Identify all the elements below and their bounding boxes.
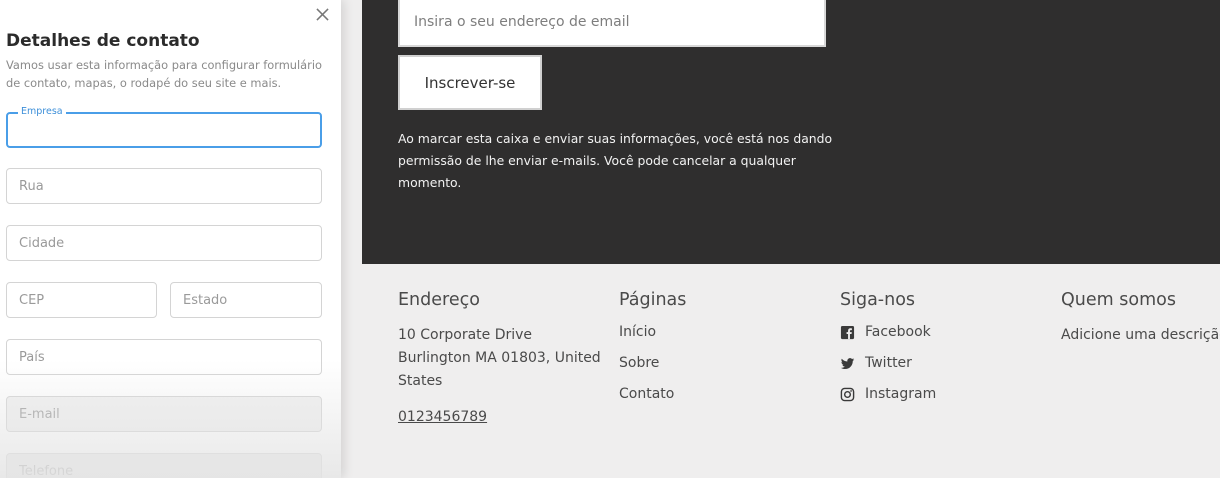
instagram-label: Instagram bbox=[865, 386, 937, 402]
empresa-field: Empresa bbox=[6, 106, 322, 148]
estado-input[interactable] bbox=[183, 292, 309, 308]
cep-field bbox=[6, 282, 157, 318]
email-input[interactable] bbox=[19, 406, 309, 422]
about-text: Adicione uma descrição bbox=[1061, 327, 1220, 343]
instagram-icon bbox=[840, 387, 855, 402]
about-heading: Quem somos bbox=[1061, 290, 1176, 310]
pages-heading: Páginas bbox=[619, 290, 687, 310]
facebook-icon bbox=[840, 325, 855, 340]
empresa-label: Empresa bbox=[18, 106, 66, 118]
footer-address-column: Endereço 10 Corporate Drive Burlington M… bbox=[398, 290, 608, 425]
instagram-link[interactable]: Instagram bbox=[840, 386, 1040, 403]
close-button[interactable] bbox=[312, 4, 332, 24]
rua-input[interactable] bbox=[19, 178, 309, 194]
close-icon bbox=[315, 7, 329, 21]
newsletter-section: Inscrever-se Ao marcar esta caixa e envi… bbox=[362, 0, 1220, 264]
panel-title: Detalhes de contato bbox=[6, 31, 200, 51]
address-heading: Endereço bbox=[398, 290, 480, 310]
subscribe-button[interactable]: Inscrever-se bbox=[398, 55, 542, 110]
facebook-label: Facebook bbox=[865, 324, 931, 340]
page-link-sobre[interactable]: Sobre bbox=[619, 355, 819, 372]
page-link-contato[interactable]: Contato bbox=[619, 386, 819, 403]
cidade-input[interactable] bbox=[19, 235, 309, 251]
telefone-input[interactable] bbox=[19, 463, 309, 478]
footer-pages-column: Páginas Início Sobre Contato bbox=[619, 290, 819, 417]
empresa-input[interactable] bbox=[19, 122, 309, 138]
contact-details-panel: Detalhes de contato Vamos usar esta info… bbox=[0, 0, 341, 478]
twitter-link[interactable]: Twitter bbox=[840, 355, 1040, 372]
rua-field bbox=[6, 168, 322, 204]
newsletter-email-field bbox=[398, 0, 826, 47]
pais-field bbox=[6, 339, 322, 375]
facebook-link[interactable]: Facebook bbox=[840, 324, 1040, 341]
page-link-inicio[interactable]: Início bbox=[619, 324, 819, 341]
site-footer: Endereço 10 Corporate Drive Burlington M… bbox=[362, 264, 1220, 478]
twitter-icon bbox=[840, 356, 855, 371]
follow-heading: Siga-nos bbox=[840, 290, 916, 310]
address-line-1: 10 Corporate Drive bbox=[398, 327, 533, 343]
footer-follow-column: Siga-nos Facebook Twitter Instagram bbox=[840, 290, 1040, 417]
cidade-field bbox=[6, 225, 322, 261]
footer-about-column: Quem somos Adicione uma descrição bbox=[1061, 290, 1220, 347]
email-field bbox=[6, 396, 322, 432]
panel-description: Vamos usar esta informação para configur… bbox=[6, 58, 322, 90]
consent-text: Ao marcar esta caixa e enviar suas infor… bbox=[398, 131, 833, 190]
telefone-field bbox=[6, 453, 322, 478]
twitter-label: Twitter bbox=[865, 355, 912, 371]
newsletter-email-input[interactable] bbox=[414, 13, 810, 30]
pais-input[interactable] bbox=[19, 349, 309, 365]
estado-field bbox=[170, 282, 322, 318]
cep-input[interactable] bbox=[19, 292, 144, 308]
phone-link[interactable]: 0123456789 bbox=[398, 409, 487, 425]
address-line-2: Burlington MA 01803, United States bbox=[398, 350, 601, 389]
